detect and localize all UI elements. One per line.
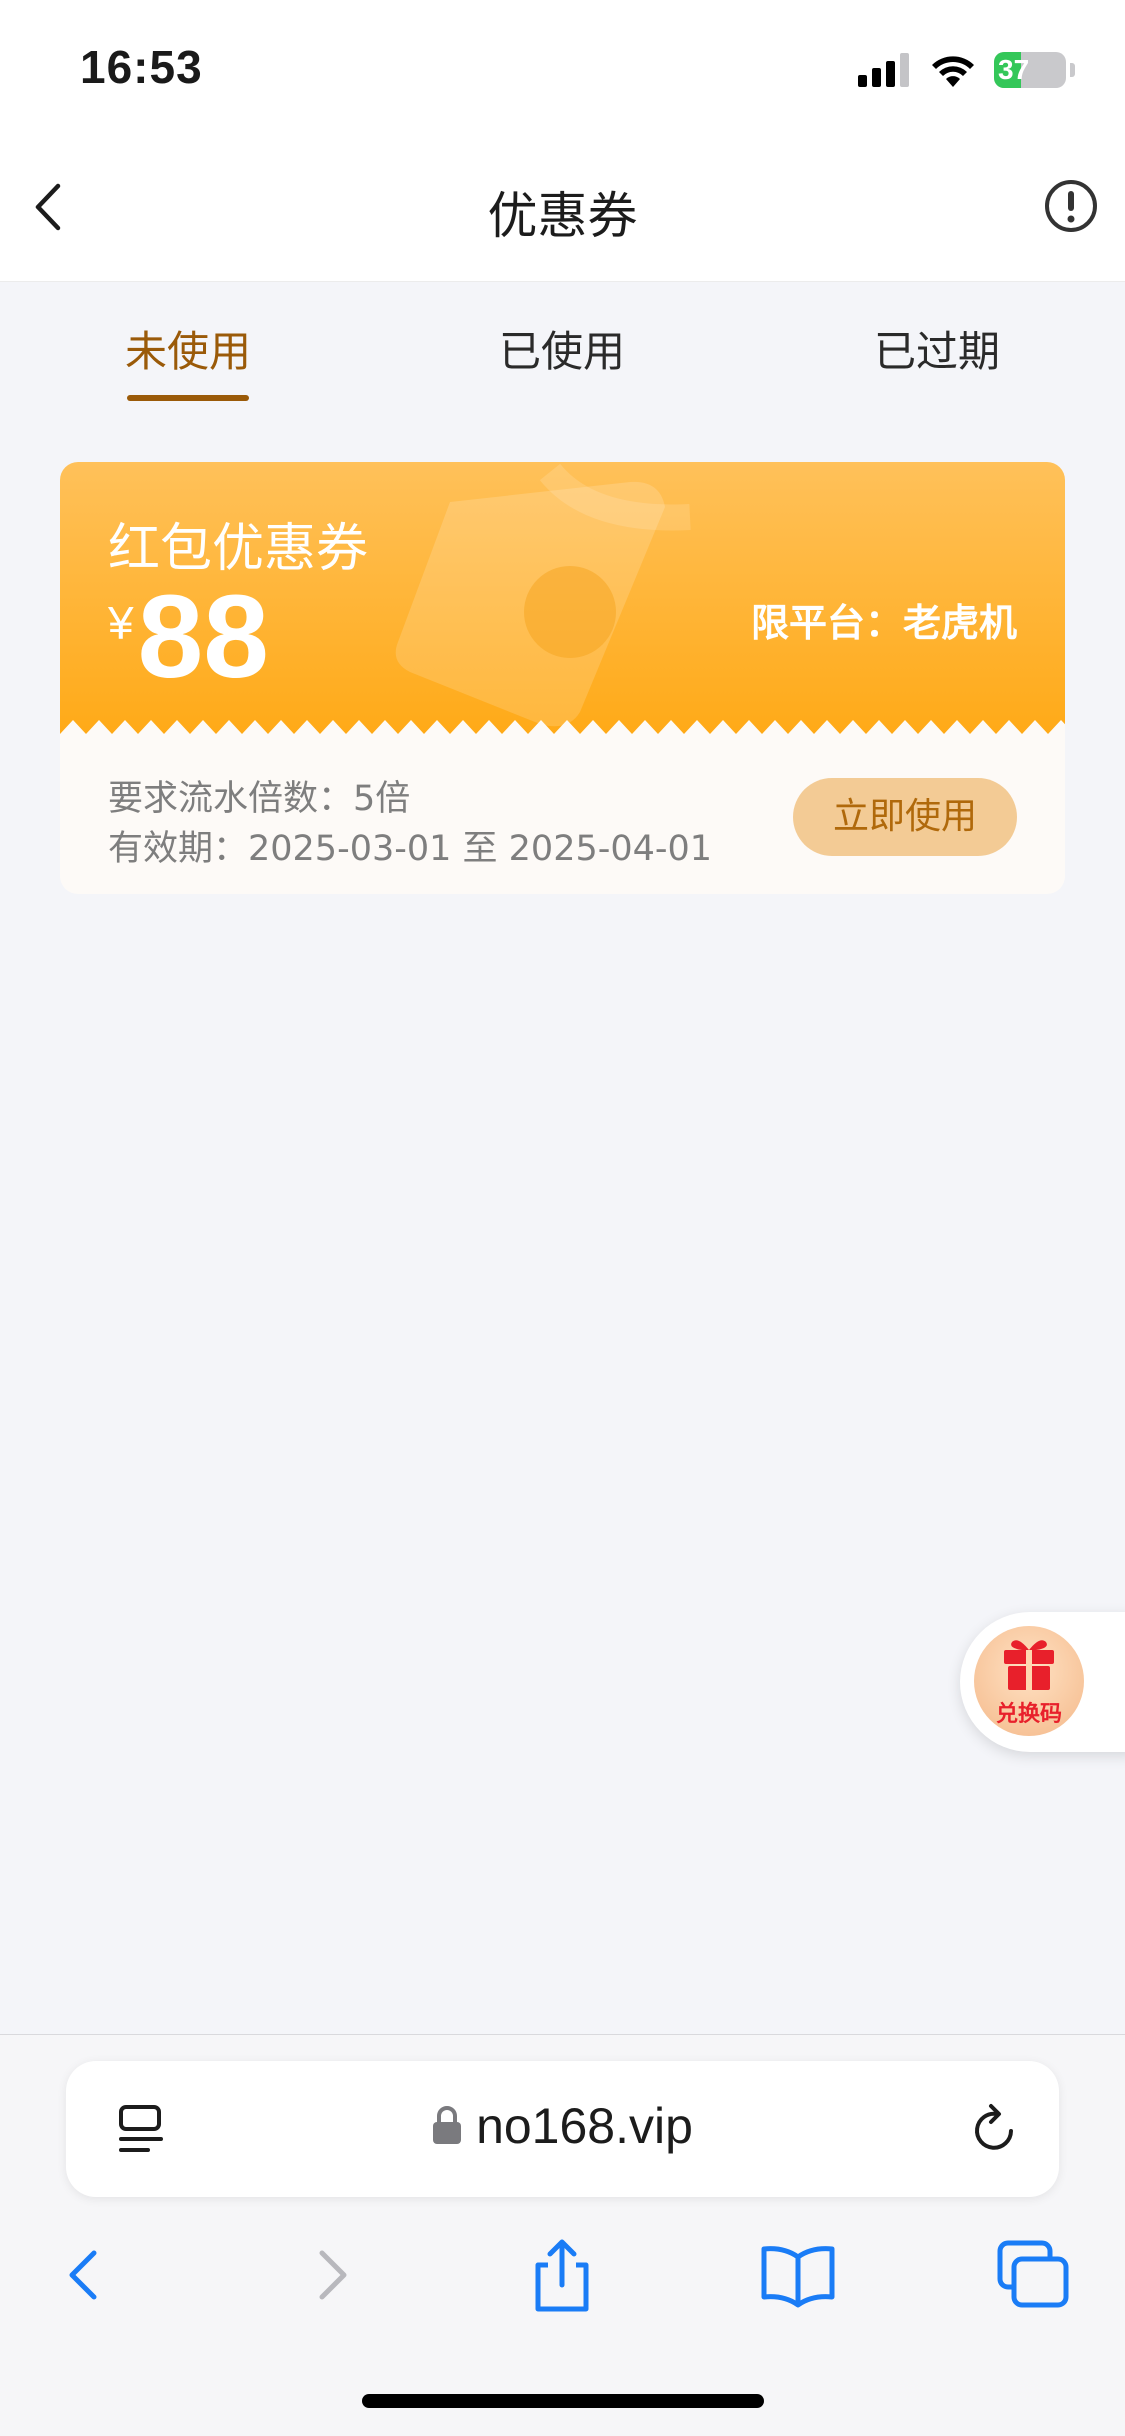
back-icon[interactable] <box>46 2235 126 2315</box>
share-icon[interactable] <box>522 2235 602 2315</box>
coupon-header: 红包优惠券 ¥ 88 限平台：老虎机 <box>60 462 1065 744</box>
redeem-badge: 兑换码 <box>974 1626 1084 1736</box>
coupon-validity: 有效期：2025-03-01 至 2025-04-01 <box>108 829 713 869</box>
exclamation-circle-icon[interactable] <box>1043 178 1099 234</box>
battery-icon: 37 <box>994 52 1066 88</box>
battery-level: 37 <box>998 54 1030 85</box>
status-icons: 37 <box>858 48 1075 92</box>
coupon-requirement: 要求流水倍数：5倍 <box>108 779 411 819</box>
url-text: no168.vip <box>476 2098 693 2154</box>
coupon-name: 红包优惠券 <box>108 519 369 579</box>
gift-icon <box>1004 1640 1054 1690</box>
forward-icon[interactable] <box>290 2235 370 2315</box>
active-tab-indicator <box>127 395 249 401</box>
status-time: 16:53 <box>80 41 203 93</box>
coupon-watermark-icon <box>395 463 691 727</box>
coupon-platform: 限平台：老虎机 <box>750 601 1017 645</box>
status-bar: 16:53 37 <box>0 0 1125 132</box>
coupon-tabs: 未使用 已使用 已过期 <box>0 282 1125 422</box>
coupon-amount: ¥ 88 <box>108 578 269 696</box>
address-bar[interactable]: no168.vip <box>66 2061 1059 2197</box>
url-display: no168.vip <box>66 2097 1059 2155</box>
signal-icon <box>858 53 909 87</box>
coupon-card: 红包优惠券 ¥ 88 限平台：老虎机 要求流水倍数：5倍 有效期：2025-03… <box>60 462 1065 894</box>
lock-icon <box>433 2106 462 2144</box>
tab-used[interactable]: 已使用 <box>462 318 662 379</box>
reload-icon[interactable] <box>967 2103 1021 2157</box>
tab-expired[interactable]: 已过期 <box>837 318 1037 379</box>
nav-header: 优惠券 <box>0 132 1125 282</box>
redeem-code-button[interactable]: 兑换码 <box>960 1612 1125 1752</box>
tabs-icon[interactable] <box>994 2235 1074 2315</box>
wifi-icon <box>932 56 974 87</box>
currency-symbol: ¥ <box>108 597 134 649</box>
use-now-button[interactable]: 立即使用 <box>793 778 1017 856</box>
browser-bottom-bar: no168.vip <box>0 2034 1125 2436</box>
bookmarks-icon[interactable] <box>758 2235 838 2315</box>
coupon-value: 88 <box>137 571 269 703</box>
coupon-wave-divider <box>60 720 1065 754</box>
page-title: 优惠券 <box>487 187 638 245</box>
home-indicator <box>362 2394 764 2408</box>
tab-unused[interactable]: 未使用 <box>88 318 288 379</box>
battery-cap <box>1070 63 1075 77</box>
redeem-label: 兑换码 <box>995 1702 1062 1727</box>
